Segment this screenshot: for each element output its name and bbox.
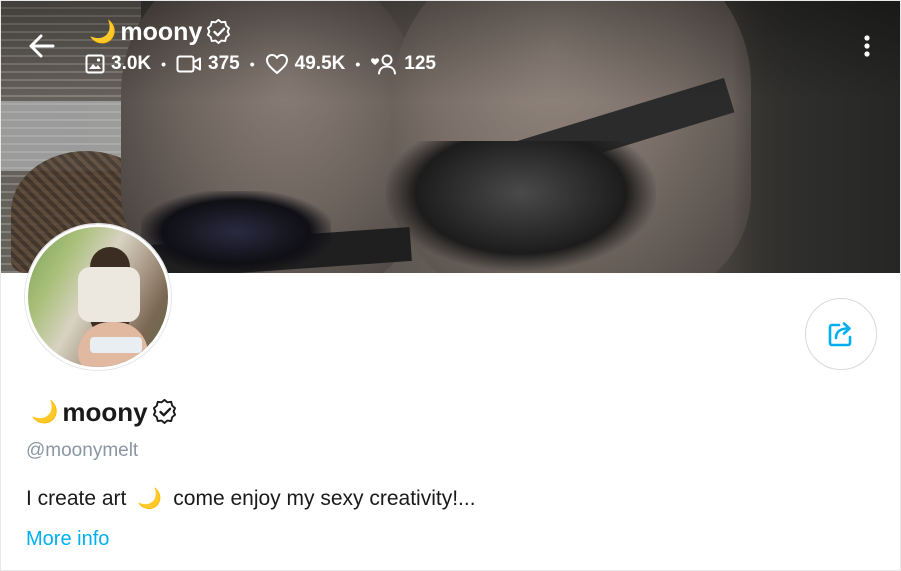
likes-count: 49.5K	[294, 53, 346, 74]
verified-badge-icon	[207, 19, 231, 44]
profile-page: 🌙 moony 3.0K • 375 • 49.5K • 125 🌙 moony…	[0, 0, 901, 571]
back-button[interactable]	[25, 29, 59, 63]
banner-bow-left	[141, 191, 331, 273]
header-title: moony	[120, 18, 203, 46]
more-options-button[interactable]	[857, 33, 877, 61]
avatar[interactable]	[25, 224, 171, 370]
vertical-dots-icon	[864, 35, 870, 57]
image-icon	[85, 54, 105, 74]
fans-stat: 125	[370, 53, 436, 75]
arrow-left-icon	[29, 34, 55, 58]
videos-count: 375	[208, 53, 240, 74]
share-icon	[828, 322, 852, 347]
stat-separator: •	[249, 56, 255, 72]
share-button[interactable]	[805, 298, 877, 370]
photos-stat[interactable]: 3.0K	[85, 53, 151, 75]
photos-count: 3.0K	[111, 53, 152, 74]
avatar-top	[78, 267, 140, 322]
video-camera-icon	[176, 55, 202, 73]
profile-name-row: 🌙 moony	[31, 397, 178, 427]
likes-stat: 49.5K	[265, 53, 346, 75]
avatar-garment	[90, 337, 142, 353]
header-stats-row: 3.0K • 375 • 49.5K • 125	[85, 53, 436, 75]
heart-icon	[265, 54, 288, 74]
moon-emoji: 🌙	[89, 19, 117, 44]
moon-emoji: 🌙	[137, 488, 163, 510]
username-handle: @moonymelt	[26, 440, 139, 461]
user-heart-icon	[371, 54, 397, 75]
banner-top-shade	[1, 1, 900, 101]
header-title-row: 🌙 moony	[89, 17, 232, 47]
bio-text-end: come enjoy my sexy creativity!...	[173, 486, 476, 510]
videos-stat[interactable]: 375	[176, 53, 240, 75]
fans-count: 125	[404, 53, 436, 74]
more-info-link[interactable]: More info	[26, 528, 109, 551]
moon-emoji: 🌙	[31, 399, 59, 424]
stat-separator: •	[355, 56, 361, 72]
display-name: moony	[62, 397, 148, 427]
bio-text-start: I create art	[26, 486, 127, 510]
stat-separator: •	[161, 56, 167, 72]
banner-bow-right	[386, 141, 656, 271]
profile-bio: I create art 🌙 come enjoy my sexy creati…	[26, 486, 476, 511]
verified-badge-icon	[152, 399, 176, 424]
